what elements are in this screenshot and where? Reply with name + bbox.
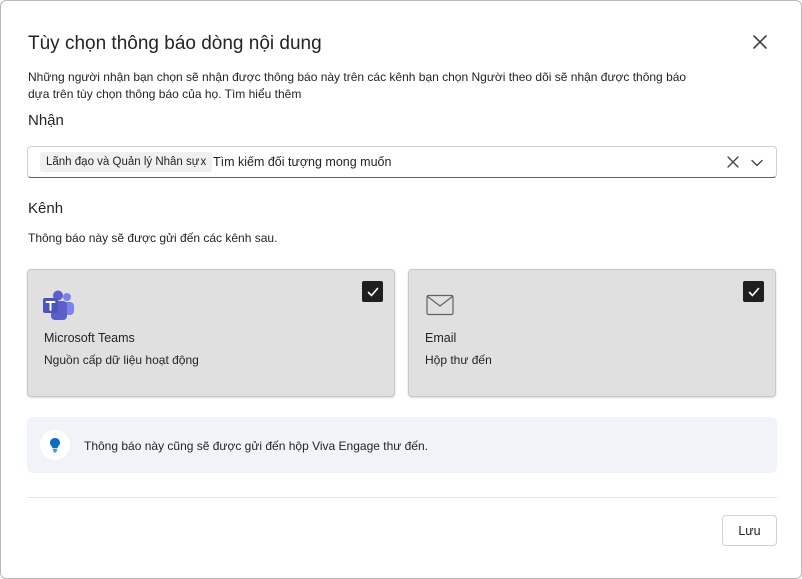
recipient-chip[interactable]: Lãnh đạo và Quản lý Nhân sự x: [40, 152, 213, 172]
footer-divider: [27, 497, 777, 498]
lightbulb-icon: [40, 430, 70, 460]
notification-options-dialog: Tùy chọn thông báo dòng nội dung Những n…: [0, 0, 802, 579]
info-text: Thông báo này cũng sẽ được gửi đến hộp V…: [84, 439, 428, 453]
remove-chip-button[interactable]: x: [200, 152, 206, 172]
recipients-label: Nhận: [28, 112, 64, 129]
clear-button[interactable]: [726, 155, 740, 169]
checkmark-icon: [748, 287, 759, 296]
info-banner: Thông báo này cũng sẽ được gửi đến hộp V…: [27, 417, 777, 473]
channel-card-email[interactable]: Email Hộp thư đến: [408, 269, 776, 397]
chevron-down-icon: [751, 159, 763, 167]
channel-description: Nguồn cấp dữ liệu hoạt động: [44, 353, 199, 367]
close-button[interactable]: [749, 31, 771, 53]
teams-checkbox[interactable]: [362, 281, 383, 302]
checkmark-icon: [367, 287, 378, 296]
recipient-chip-label: Lãnh đạo và Quản lý Nhân sự: [46, 156, 200, 168]
channel-name: Email: [425, 331, 457, 345]
save-button[interactable]: Lưu: [722, 515, 777, 546]
audience-search-input[interactable]: [211, 151, 711, 173]
recipient-picker[interactable]: Lãnh đạo và Quản lý Nhân sự x: [27, 146, 777, 178]
mail-icon: [426, 294, 454, 321]
teams-icon: [42, 290, 76, 327]
dialog-description: Những người nhận bạn chọn sẽ nhận được t…: [28, 70, 687, 101]
channel-card-teams[interactable]: Microsoft Teams Nguồn cấp dữ liệu hoạt đ…: [27, 269, 395, 397]
clear-icon: [727, 156, 739, 168]
channels-label: Kênh: [28, 200, 64, 217]
channel-description: Hộp thư đến: [425, 353, 492, 367]
channels-subtext: Thông báo này sẽ được gửi đến các kênh s…: [28, 231, 278, 245]
close-icon: [753, 35, 767, 49]
dialog-title: Tùy chọn thông báo dòng nội dung: [28, 33, 322, 54]
email-checkbox[interactable]: [743, 281, 764, 302]
channel-name: Microsoft Teams: [44, 331, 135, 345]
dropdown-button[interactable]: [750, 156, 764, 170]
